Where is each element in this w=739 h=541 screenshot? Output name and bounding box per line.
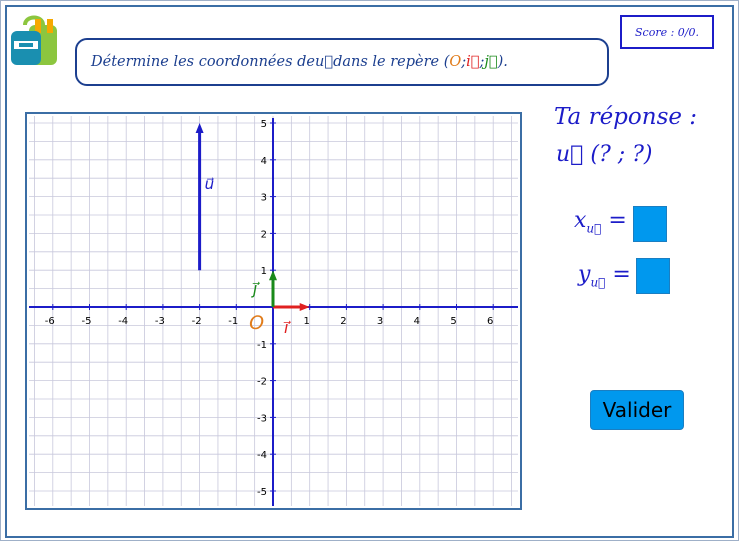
x-label: x bbox=[574, 208, 587, 233]
y-input[interactable] bbox=[636, 258, 670, 294]
answer-template: u⃗ (? ; ?) bbox=[556, 142, 653, 167]
y-coord-label: yu⃗ = bbox=[578, 262, 631, 289]
y-subscript: u⃗ bbox=[590, 275, 606, 290]
x-tick-label: 6 bbox=[487, 316, 493, 327]
x-tick-label: -1 bbox=[228, 316, 238, 327]
y-tick-label: 1 bbox=[261, 266, 267, 277]
x-subscript: u⃗ bbox=[586, 221, 602, 236]
vector-u-head bbox=[195, 123, 204, 133]
instruction-box: Détermine les coordonnées de u⃗ dans le … bbox=[75, 38, 609, 86]
instruction-j: j⃗ bbox=[484, 54, 498, 70]
y-tick-label: -3 bbox=[257, 413, 267, 424]
instruction-middle: dans le repère ( bbox=[333, 54, 450, 70]
answer-title: Ta réponse : bbox=[554, 104, 698, 130]
x-tick-label: 1 bbox=[304, 316, 310, 327]
y-tick-label: 5 bbox=[261, 119, 267, 130]
y-tick-label: -1 bbox=[257, 340, 267, 351]
x-tick-label: -5 bbox=[82, 316, 92, 327]
y-tick-label: -5 bbox=[257, 487, 267, 498]
y-tick-label: 3 bbox=[261, 193, 267, 204]
x-tick-label: -4 bbox=[118, 316, 128, 327]
y-tick-label: 4 bbox=[261, 156, 267, 167]
graph-box: -6 -5 -4 -3 -2 -1 1 2 3 4 5 6 5 4 3 2 1 -1 -2 -3 -4 -5 u⃗ i⃗ j⃗ O bbox=[25, 112, 522, 510]
x-tick-label: -3 bbox=[155, 316, 165, 327]
instruction-vector: u⃗ bbox=[315, 54, 334, 70]
y-tick-label: -4 bbox=[257, 450, 267, 461]
y-tick-label: -2 bbox=[257, 377, 267, 388]
x-tick-label: -2 bbox=[192, 316, 202, 327]
instruction-suffix: ). bbox=[497, 54, 508, 70]
x-equals: = bbox=[608, 208, 627, 233]
x-tick-label: 3 bbox=[377, 316, 383, 327]
backpack-icon bbox=[11, 15, 57, 65]
x-tick-label: -6 bbox=[45, 316, 55, 327]
x-tick-label: 5 bbox=[450, 316, 456, 327]
vector-j-head bbox=[269, 270, 277, 281]
instruction-prefix: Détermine les coordonnées de bbox=[91, 54, 316, 70]
y-label: y bbox=[578, 262, 591, 287]
y-tick-label: 2 bbox=[261, 229, 267, 240]
vector-i-head bbox=[299, 303, 310, 311]
instruction-origin: O bbox=[449, 54, 462, 70]
validate-label: Valider bbox=[602, 398, 672, 422]
origin-label: O bbox=[249, 312, 264, 334]
coordinate-graph: -6 -5 -4 -3 -2 -1 1 2 3 4 5 654321-1-2-3-4-5u⃗i⃗j⃗O bbox=[29, 116, 518, 506]
score-label: Score : 0/0. bbox=[635, 25, 699, 39]
validate-button[interactable]: Valider bbox=[590, 390, 684, 430]
vector-u-label: u⃗ bbox=[205, 175, 215, 193]
x-tick-label: 2 bbox=[340, 316, 346, 327]
x-tick-label: 4 bbox=[414, 316, 420, 327]
score-box: Score : 0/0. bbox=[620, 15, 714, 49]
y-equals: = bbox=[612, 262, 631, 287]
x-coord-label: xu⃗ = bbox=[574, 208, 627, 235]
vector-i-label: i⃗ bbox=[283, 318, 291, 337]
x-input[interactable] bbox=[633, 206, 667, 242]
instruction-i: i⃗ bbox=[466, 54, 480, 70]
